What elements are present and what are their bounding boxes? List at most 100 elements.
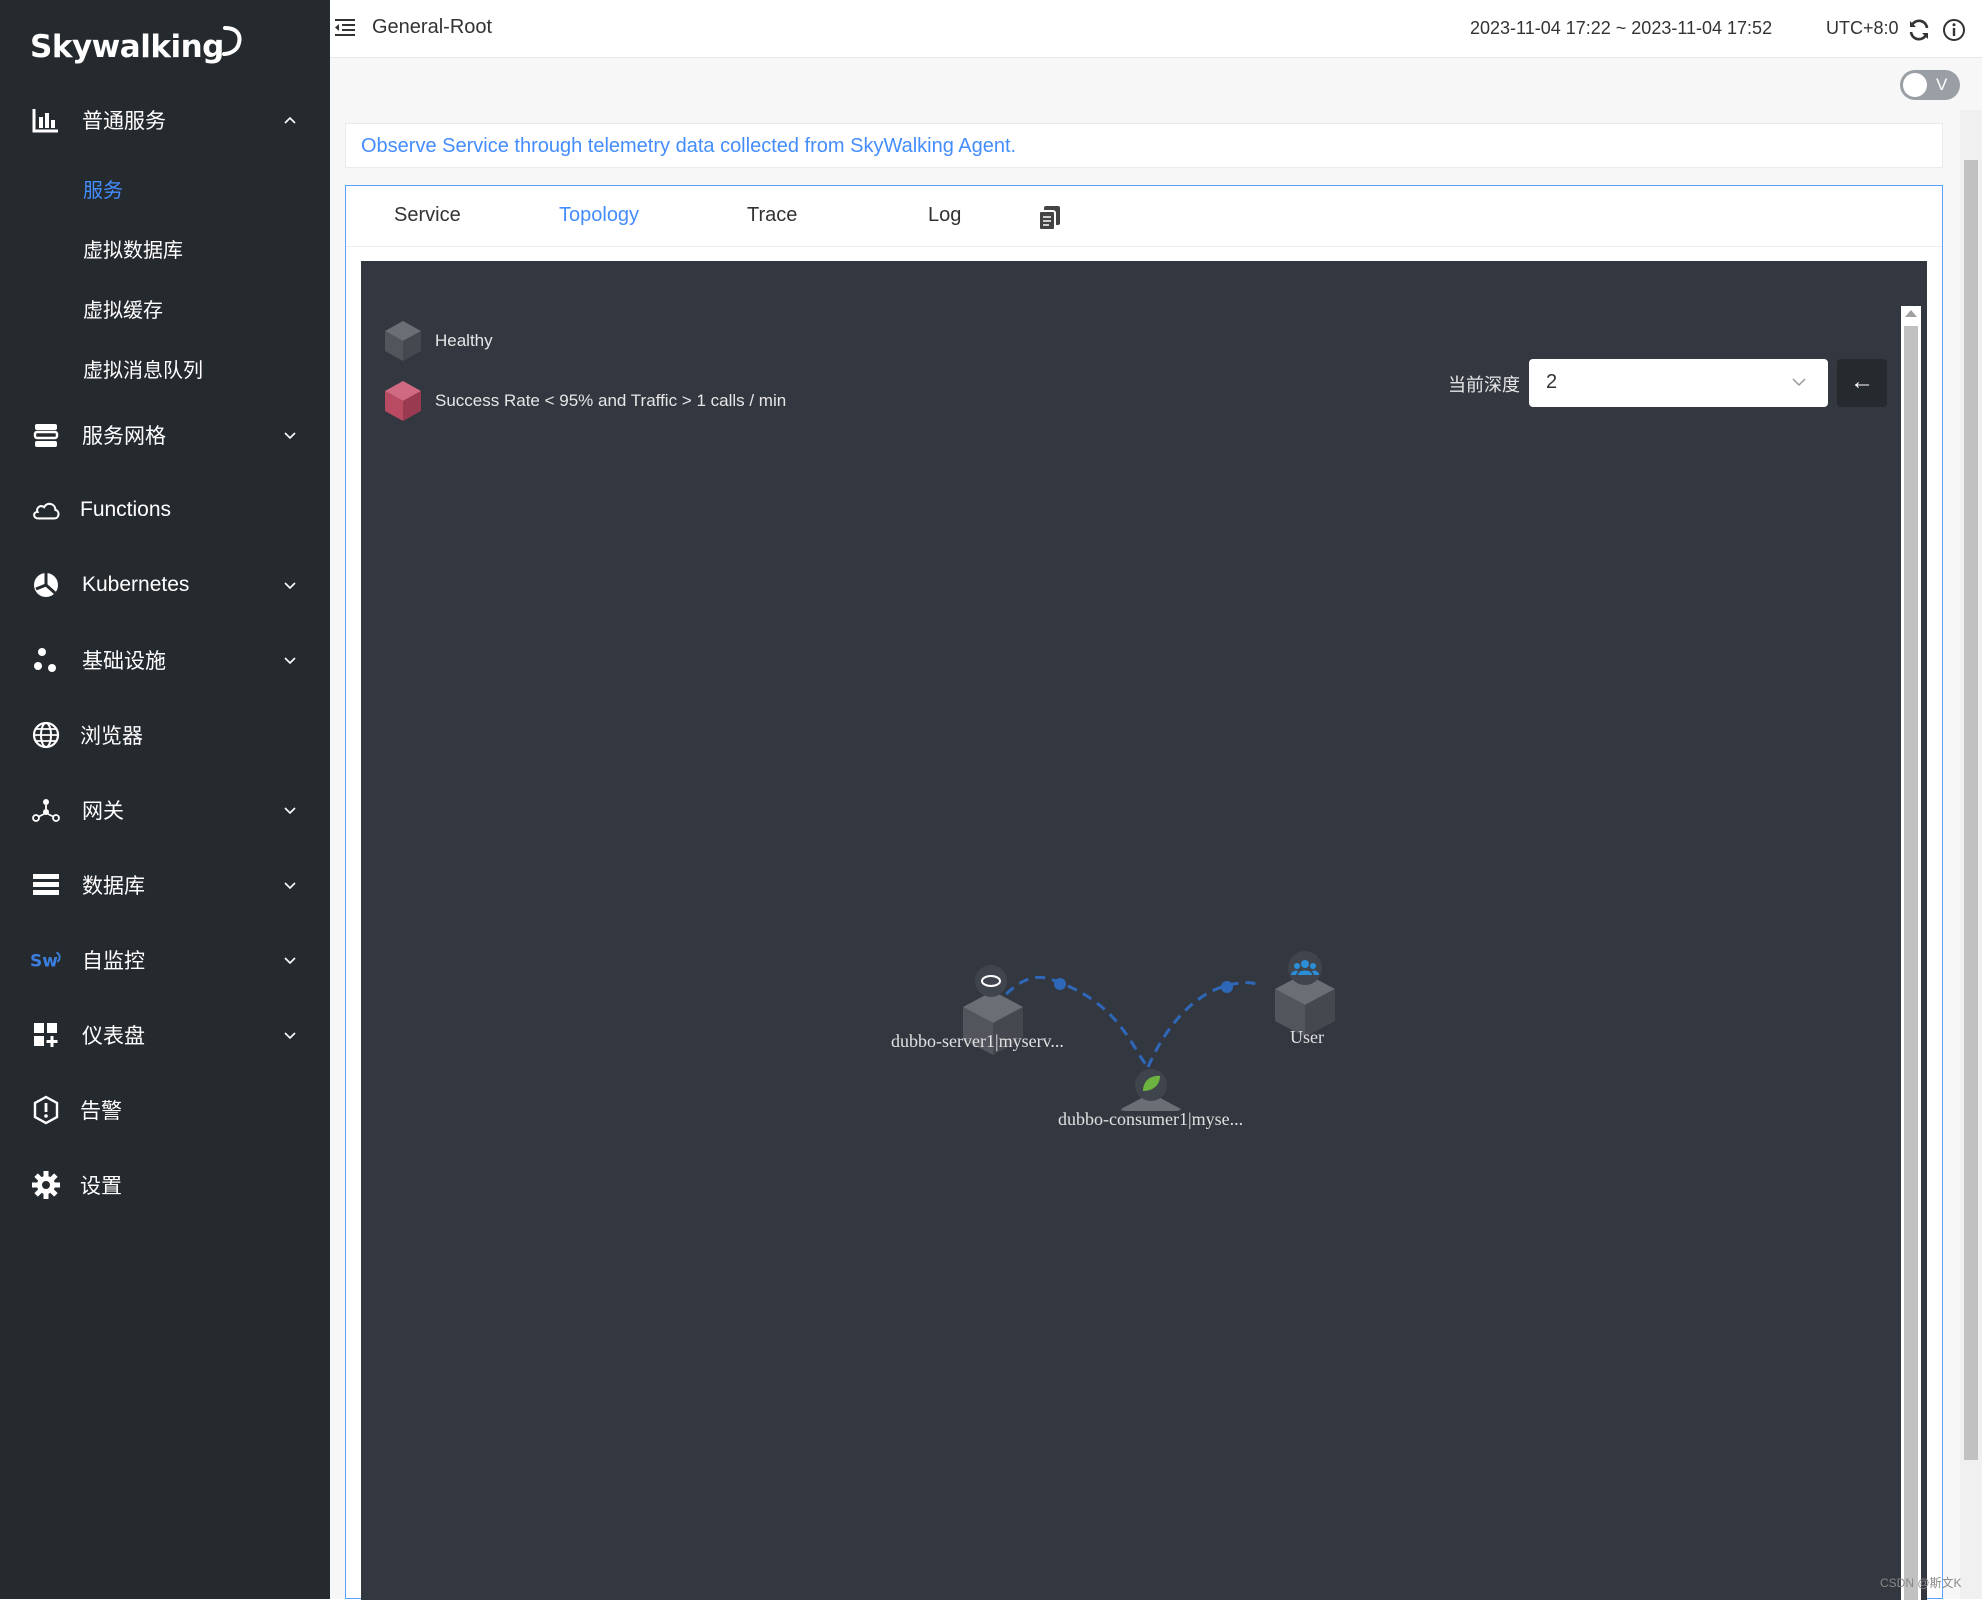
chevron-down-icon xyxy=(284,582,296,590)
scroll-up-arrow-icon xyxy=(1905,310,1917,317)
sidebar-item-settings[interactable]: 设置 xyxy=(0,1160,330,1210)
back-button[interactable]: ← xyxy=(1837,359,1887,407)
edge-dot xyxy=(1054,978,1066,990)
legend-unhealthy-label: Success Rate < 95% and Traffic > 1 calls… xyxy=(435,391,787,410)
description-banner: Observe Service through telemetry data c… xyxy=(345,123,1943,168)
logo-swoosh-icon xyxy=(221,26,242,56)
sidebar-item-database[interactable]: 数据库 xyxy=(0,860,330,910)
node-label-dubbo-server[interactable]: dubbo-server1|myserv... xyxy=(891,1031,1064,1052)
sidebar-item-label: 基础设施 xyxy=(82,650,166,673)
scrollbar-thumb[interactable] xyxy=(1904,326,1918,1600)
sidebar-item-self-observability[interactable]: Sw 自监控 xyxy=(0,935,330,985)
sidebar-item-label: 自监控 xyxy=(82,950,145,973)
tab-service[interactable]: Service xyxy=(394,204,461,227)
layers-icon xyxy=(30,419,62,451)
legend-healthy-label: Healthy xyxy=(435,331,493,350)
tab-log[interactable]: Log xyxy=(928,204,961,227)
chevron-down-icon xyxy=(284,657,296,665)
sidebar-item-kubernetes[interactable]: Kubernetes xyxy=(0,560,330,610)
chevron-up-icon xyxy=(284,116,296,124)
sidebar-item-label: 网关 xyxy=(82,800,124,823)
visualization-toggle[interactable]: V xyxy=(1900,70,1960,100)
header: General-Root 2023-11-04 17:22 ~ 2023-11-… xyxy=(330,0,1982,58)
sidebar-item-label: 普通服务 xyxy=(82,110,166,133)
alert-icon xyxy=(30,1094,62,1126)
copy-icon[interactable] xyxy=(1037,204,1063,232)
sidebar-item-infrastructure[interactable]: 基础设施 xyxy=(0,635,330,685)
logo[interactable]: Skywalking xyxy=(30,22,248,72)
sidebar-item-label: 浏览器 xyxy=(80,725,143,748)
sidebar-item-label: Kubernetes xyxy=(82,573,190,596)
description-text: Observe Service through telemetry data c… xyxy=(361,135,1017,157)
infrastructure-icon xyxy=(30,644,62,676)
node-label-dubbo-consumer[interactable]: dubbo-consumer1|myse... xyxy=(1058,1109,1243,1130)
kubernetes-icon xyxy=(30,569,62,601)
globe-icon xyxy=(30,719,62,751)
sidebar-item-gateway[interactable]: 网关 xyxy=(0,785,330,835)
bar-chart-icon xyxy=(30,104,62,136)
watermark: CSDN @斯文K xyxy=(1880,1576,1962,1590)
sidebar: Skywalking 普通服务 服务 虚拟数据库 虚拟缓存 虚拟消息队列 服务网… xyxy=(0,0,330,1599)
tabs-panel: Service Topology Trace Log Healthy Succe… xyxy=(345,185,1943,1600)
legend-unhealthy: Success Rate < 95% and Traffic > 1 calls… xyxy=(383,379,786,423)
database-icon xyxy=(30,869,62,901)
dubbo-service-icon xyxy=(975,965,1007,997)
svg-text:Sw: Sw xyxy=(30,951,58,971)
tab-separator xyxy=(346,246,1942,247)
topology-graph xyxy=(963,965,1261,1111)
sidebar-item-label: Functions xyxy=(80,498,172,521)
dashboard-icon xyxy=(30,1019,62,1051)
sidebar-subitem-virtual-database[interactable]: 虚拟数据库 xyxy=(83,234,183,263)
unhealthy-cube-icon xyxy=(385,381,421,421)
chevron-down-icon xyxy=(284,807,296,815)
sidebar-item-functions[interactable]: Functions xyxy=(0,485,330,535)
chevron-down-icon xyxy=(1792,378,1806,387)
sidebar-item-label: 设置 xyxy=(80,1175,122,1198)
depth-select[interactable]: 2 xyxy=(1529,359,1828,407)
gateway-icon xyxy=(30,794,62,826)
sidebar-item-service-mesh[interactable]: 服务网格 xyxy=(0,410,330,460)
sidebar-subitem-service[interactable]: 服务 xyxy=(83,174,123,203)
sidebar-subitem-virtual-mq[interactable]: 虚拟消息队列 xyxy=(83,354,203,383)
sidebar-item-label: 数据库 xyxy=(82,875,145,898)
gear-icon xyxy=(30,1169,62,1201)
tab-trace[interactable]: Trace xyxy=(747,204,797,227)
sidebar-item-label: 服务网格 xyxy=(82,425,166,448)
main-content: V Observe Service through telemetry data… xyxy=(330,58,1982,1600)
topology-scrollbar[interactable] xyxy=(1901,306,1921,1600)
chevron-down-icon xyxy=(284,432,296,440)
sidebar-item-alerting[interactable]: 告警 xyxy=(0,1085,330,1135)
sidebar-item-label: 告警 xyxy=(80,1100,122,1123)
page-title: General-Root xyxy=(372,16,493,38)
depth-label: 当前深度 xyxy=(1448,375,1520,395)
sidebar-item-browser[interactable]: 浏览器 xyxy=(0,710,330,760)
cloud-icon xyxy=(30,494,62,526)
menu-collapse-icon[interactable] xyxy=(334,18,356,38)
toggle-knob xyxy=(1903,73,1927,97)
time-range[interactable]: 2023-11-04 17:22 ~ 2023-11-04 17:52 xyxy=(1470,18,1772,39)
node-label-user[interactable]: User xyxy=(1290,1027,1324,1048)
edge-dot xyxy=(1221,981,1233,993)
refresh-icon[interactable] xyxy=(1907,18,1931,42)
chevron-down-icon xyxy=(284,1032,296,1040)
legend-healthy: Healthy xyxy=(383,319,493,363)
sidebar-item-dashboard[interactable]: 仪表盘 xyxy=(0,1010,330,1060)
sidebar-subitem-virtual-cache[interactable]: 虚拟缓存 xyxy=(83,294,163,323)
tab-topology[interactable]: Topology xyxy=(559,204,639,227)
scrollbar-thumb[interactable] xyxy=(1964,160,1978,1460)
toggle-label: V xyxy=(1936,75,1948,94)
chevron-down-icon xyxy=(284,882,296,890)
timezone: UTC+8:0 xyxy=(1826,18,1899,38)
chevron-down-icon xyxy=(284,957,296,965)
edge-user-to-consumer xyxy=(1146,981,1261,1068)
depth-value: 2 xyxy=(1546,371,1558,393)
topology-canvas[interactable]: Healthy Success Rate < 95% and Traffic >… xyxy=(361,261,1927,1600)
arrow-left-icon: ← xyxy=(1850,368,1874,395)
page-scrollbar[interactable] xyxy=(1960,110,1982,1599)
logo-text: Skywalking xyxy=(30,29,224,65)
info-icon[interactable] xyxy=(1942,18,1966,42)
sidebar-item-label: 仪表盘 xyxy=(82,1025,145,1048)
sidebar-item-general-service[interactable]: 普通服务 xyxy=(0,95,330,145)
healthy-cube-icon xyxy=(385,321,421,361)
sw-logo-icon: Sw xyxy=(30,944,62,976)
